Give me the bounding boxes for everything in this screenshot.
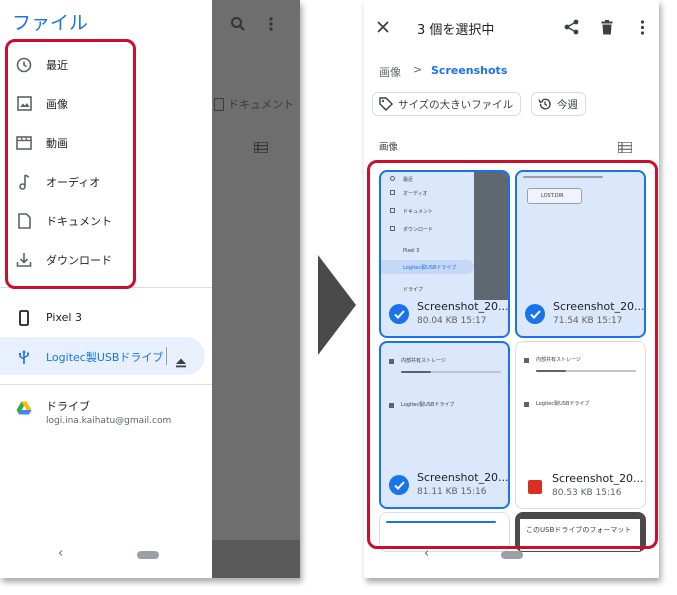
drive-account: logi.ina.kaihatu@gmail.com: [46, 416, 172, 426]
section-label: 画像: [379, 142, 399, 153]
chip-this-week-label: 今週: [557, 98, 578, 111]
more-vert-icon[interactable]: [632, 17, 652, 37]
comparison-figure: ドキュメント ファイル 最近 画像 動画 オーディオ ドキュメント ダウンロード…: [0, 0, 677, 595]
breadcrumb-current[interactable]: Screenshots: [431, 64, 507, 77]
nav-back-icon[interactable]: ‹: [58, 546, 63, 561]
grid-view-icon: [253, 138, 269, 157]
usb-icon: [15, 348, 33, 366]
device-usb-label: Logitec製USBドライブ: [46, 350, 164, 364]
share-icon[interactable]: [561, 17, 581, 37]
eject-icon[interactable]: [175, 353, 187, 372]
breadcrumb-separator: >: [413, 63, 423, 76]
drawer-title: ファイル: [12, 12, 89, 34]
more-vert-icon: [268, 16, 274, 36]
chip-this-week[interactable]: 今週: [531, 92, 586, 116]
search-icon: [230, 16, 246, 36]
dimmed-nav-area: [212, 540, 300, 578]
highlight-frame-files: [367, 160, 658, 549]
device-drive-label: ドライブ: [46, 400, 90, 413]
drawer-divider: [0, 384, 212, 385]
close-icon[interactable]: [373, 17, 393, 37]
device-pixel-label: Pixel 3: [46, 311, 82, 324]
nav-home-pill[interactable]: [137, 551, 159, 559]
background-folder-label: ドキュメント: [228, 98, 294, 111]
phone-icon: [15, 309, 33, 327]
chip-large-files-label: サイズの大きいファイル: [398, 98, 514, 111]
background-folder: ドキュメント: [214, 96, 294, 112]
eject-separator: [166, 347, 167, 365]
list-view-icon[interactable]: [617, 138, 633, 157]
google-drive-icon: [15, 399, 33, 417]
highlight-frame-menu: [5, 39, 136, 289]
device-pixel[interactable]: Pixel 3: [0, 298, 212, 337]
chip-large-files[interactable]: サイズの大きいファイル: [372, 92, 522, 116]
nav-home-pill[interactable]: [501, 551, 523, 559]
delete-icon[interactable]: [597, 17, 617, 37]
history-icon: [538, 98, 551, 110]
breadcrumb-root[interactable]: 画像: [379, 64, 401, 80]
dimmed-background-app: [212, 0, 300, 578]
document-icon: [214, 97, 224, 111]
selection-count-title: 3 個を選択中: [417, 23, 495, 38]
arrow-right-icon: [318, 255, 356, 355]
tag-icon: [379, 97, 393, 111]
